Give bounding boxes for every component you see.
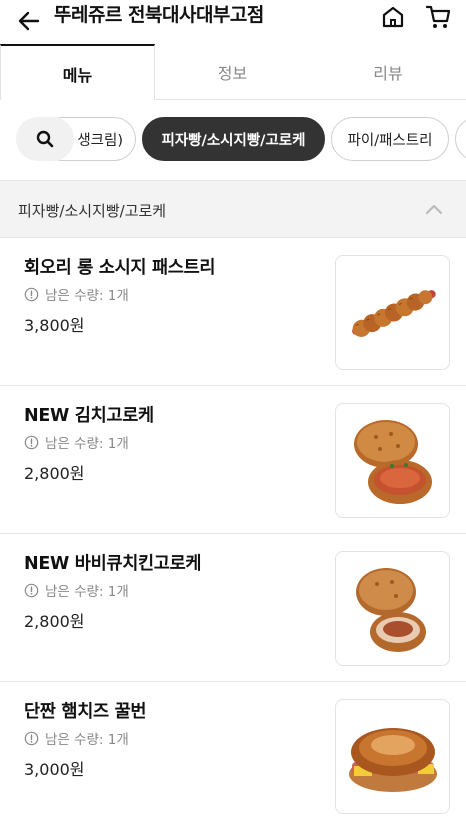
store-title: 뚜레쥬르 전북대사대부고점	[54, 4, 264, 26]
product-image[interactable]	[335, 699, 450, 814]
alert-circle-icon	[24, 287, 39, 301]
section-header[interactable]: 피자빵/소시지빵/고로케	[0, 180, 466, 238]
product-stock: 남은 수량: 1개	[24, 728, 129, 748]
product-stock-label: 남은 수량: 1개	[45, 436, 129, 452]
product-stock: 남은 수량: 1개	[24, 580, 129, 600]
tab-menu[interactable]: 메뉴	[0, 44, 155, 101]
home-icon[interactable]	[380, 4, 406, 30]
category-chip-more[interactable]	[455, 117, 466, 161]
product-item[interactable]: NEW 김치고로케 남은 수량: 1개 2,800원	[0, 386, 466, 534]
tab-review[interactable]: 리뷰	[310, 44, 466, 100]
product-stock-label: 남은 수량: 1개	[45, 288, 129, 304]
app-header: 뚜레쥬르 전북대사대부고점	[0, 0, 466, 46]
product-price: 3,000원	[24, 760, 85, 779]
product-item[interactable]: 회오리 롱 소시지 패스트리 남은 수량: 1개 3,800원	[0, 238, 466, 386]
sausage-pastry-image	[352, 290, 436, 337]
search-icon	[36, 130, 54, 148]
cart-icon[interactable]	[424, 3, 452, 31]
product-name: 단짠 햄치즈 꿀번	[24, 702, 147, 722]
product-item[interactable]: 단짠 햄치즈 꿀번 남은 수량: 1개 3,000원	[0, 682, 466, 820]
bbq-chicken-croquette-image	[356, 568, 426, 652]
product-image[interactable]	[335, 403, 450, 518]
product-stock: 남은 수량: 1개	[24, 284, 129, 304]
alert-circle-icon	[24, 435, 39, 449]
category-chip-pie-pastry[interactable]: 파이/패스트리	[331, 117, 449, 161]
category-search-button[interactable]	[16, 117, 74, 161]
product-item[interactable]: NEW 바비큐치킨고로케 남은 수량: 1개 2,800원	[0, 534, 466, 682]
product-name: NEW 김치고로케	[24, 406, 154, 426]
product-image[interactable]	[335, 255, 450, 370]
product-price: 2,800원	[24, 464, 85, 483]
product-stock-label: 남은 수량: 1개	[45, 584, 129, 600]
arrow-left-icon[interactable]	[14, 6, 44, 36]
category-chip-pizza-sausage-croquette[interactable]: 피자빵/소시지빵/고로케	[142, 117, 325, 161]
product-price: 2,800원	[24, 612, 85, 631]
product-price: 3,800원	[24, 316, 85, 335]
kimchi-croquette-image	[354, 420, 432, 504]
category-chip-bar[interactable]: 생크림) 피자빵/소시지빵/고로케 파이/패스트리	[0, 100, 466, 180]
section-title: 피자빵/소시지빵/고로케	[18, 202, 167, 220]
ham-cheese-bun-image	[349, 728, 437, 792]
alert-circle-icon	[24, 731, 39, 745]
chevron-up-icon[interactable]	[422, 199, 446, 221]
product-image[interactable]	[335, 551, 450, 666]
product-stock: 남은 수량: 1개	[24, 432, 129, 452]
product-stock-label: 남은 수량: 1개	[45, 732, 129, 748]
alert-circle-icon	[24, 583, 39, 597]
product-name: NEW 바비큐치킨고로케	[24, 554, 202, 574]
tab-info[interactable]: 정보	[155, 44, 310, 100]
tab-bar: 메뉴 정보 리뷰	[0, 44, 466, 101]
product-name: 회오리 롱 소시지 패스트리	[24, 258, 216, 278]
